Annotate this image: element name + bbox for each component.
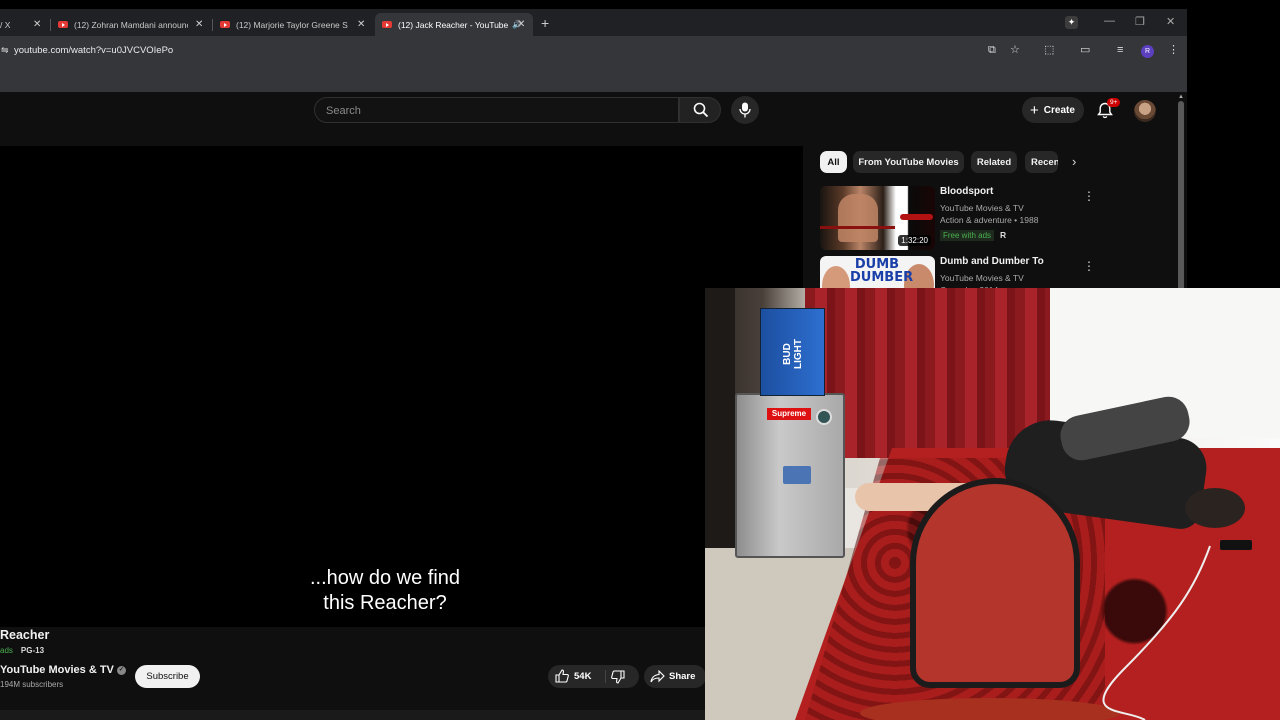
video-meta: Action & adventure • 1988 (940, 215, 1039, 225)
free-with-ads-badge: Free with ads (940, 230, 995, 241)
youtube-favicon-icon (382, 21, 392, 28)
search-input[interactable]: Search (314, 97, 679, 123)
search-placeholder: Search (326, 105, 361, 117)
phone (1220, 540, 1252, 550)
profile-avatar[interactable]: R (1141, 45, 1154, 58)
share-button[interactable]: Share (644, 665, 706, 688)
tab-title: / X (0, 19, 11, 30)
channel-name[interactable]: YouTube Movies & TV (940, 203, 1024, 213)
video-title[interactable]: Dumb and Dumber To (940, 256, 1044, 267)
video-title: Reacher (0, 628, 50, 642)
channel-name-text: YouTube Movies & TV (0, 664, 114, 676)
chips-next-arrow-icon[interactable]: › (1072, 154, 1076, 169)
microphone-icon (739, 102, 751, 118)
video-duration: 1:32:20 (898, 235, 931, 246)
related-video-bloodsport[interactable]: 1:32:20 Bloodsport YouTube Movies & TV A… (820, 186, 1100, 250)
video-thumbnail[interactable]: 1:32:20 (820, 186, 935, 250)
youtube-favicon-icon (220, 21, 230, 28)
tab-jack-reacher[interactable]: (12) Jack Reacher - YouTube 🔊 ✕ (375, 13, 533, 36)
thumbs-up-icon[interactable] (555, 669, 569, 683)
thumbnail-text: DUMB DUMBER (850, 257, 914, 285)
bookmarks-bar (0, 66, 1187, 92)
screen-top-band (0, 0, 1280, 9)
tab-title: (12) Marjorie Taylor Greene SH (236, 19, 348, 30)
extensions-icon[interactable]: ⬚ (1044, 44, 1054, 56)
media-control-icon[interactable]: ≡ (1117, 44, 1123, 56)
split-view-icon[interactable]: ▭ (1080, 44, 1090, 56)
tab-x[interactable]: / X ✕ (0, 13, 48, 36)
like-divider (605, 670, 606, 683)
thumbnail-ring-rope (820, 226, 895, 229)
video-badges: ads PG-13 (0, 646, 44, 655)
scroll-up-arrow-icon[interactable]: ▲ (1178, 94, 1184, 100)
bottom-strip (0, 710, 705, 720)
close-tab-icon[interactable]: ✕ (195, 19, 203, 30)
search-icon (693, 102, 709, 118)
subscribe-button[interactable]: Subscribe (135, 665, 200, 688)
chip-from-youtube-movies[interactable]: From YouTube Movies (853, 151, 964, 173)
tab-strip: / X ✕ (12) Zohran Mamdani announc ✕ (12)… (0, 9, 1187, 36)
video-caption: ...how do we find this Reacher? (230, 566, 540, 616)
tab-separator (50, 19, 51, 31)
more-options-icon[interactable]: ⋮ (1083, 259, 1095, 273)
video-title[interactable]: Bloodsport (940, 186, 993, 197)
video-player[interactable]: ...how do we find this Reacher? (0, 146, 803, 627)
share-arrow-icon (650, 670, 665, 683)
chip-all[interactable]: All (820, 151, 847, 173)
menu-dots-icon[interactable]: ⋮ (1168, 44, 1179, 56)
create-label: Create (1043, 104, 1075, 116)
gemini-icon[interactable]: ✦ (1065, 16, 1078, 29)
youtube-header: Search + Create 9+ (0, 92, 1187, 147)
close-tab-icon[interactable]: ✕ (517, 19, 525, 30)
minimize-icon[interactable]: — (1104, 15, 1115, 27)
like-dislike-bar: 54K (548, 665, 639, 688)
notification-badge: 9+ (1107, 98, 1121, 107)
address-toolbar: ⇋ youtube.com/watch?v=u0JVCVOIePo ⧉ ☆ ⬚ … (0, 36, 1187, 66)
tab-zohran[interactable]: (12) Zohran Mamdani announc ✕ (58, 13, 208, 36)
tab-title: (12) Zohran Mamdani announc (74, 19, 188, 30)
close-tab-icon[interactable]: ✕ (357, 19, 365, 30)
content-rating: PG-13 (20, 646, 45, 655)
close-window-icon[interactable]: ✕ (1166, 15, 1175, 28)
install-app-icon[interactable]: ⧉ (988, 44, 996, 56)
subscriber-count: 194M subscribers (0, 680, 64, 689)
youtube-favicon-icon (58, 21, 68, 28)
voice-search-button[interactable] (731, 96, 759, 124)
tab-marjorie[interactable]: (12) Marjorie Taylor Greene SH ✕ (220, 13, 370, 36)
channel-name[interactable]: YouTube Movies & TV (940, 273, 1024, 283)
chip-related[interactable]: Related (971, 151, 1017, 173)
thumbnail-figure (838, 194, 878, 242)
webcam-overlay: Supreme BUD LIGHT (705, 288, 1280, 720)
thumbs-down-icon[interactable] (611, 670, 625, 684)
verified-check-icon: ✓ (116, 665, 126, 675)
page-scrollbar[interactable] (1178, 101, 1184, 297)
chip-recent[interactable]: Recen (1025, 151, 1058, 173)
account-avatar[interactable] (1134, 100, 1156, 122)
bookmark-star-icon[interactable]: ☆ (1010, 44, 1020, 56)
caption-line: this Reacher? (323, 592, 447, 614)
search-button[interactable] (679, 97, 721, 123)
tab-separator (212, 19, 213, 31)
site-info-icon[interactable]: ⇋ (1, 44, 9, 56)
plus-icon: + (1030, 101, 1039, 119)
like-count[interactable]: 54K (574, 671, 591, 682)
charging-cable (1102, 545, 1211, 720)
channel-name[interactable]: YouTube Movies & TV ✓ (0, 664, 126, 676)
restore-icon[interactable]: ❐ (1135, 15, 1145, 28)
content-rating: R (1000, 230, 1007, 240)
free-tag: ads (0, 646, 13, 655)
caption-line: ...how do we find (309, 567, 461, 589)
close-tab-icon[interactable]: ✕ (33, 19, 41, 30)
thumbnail-logo (900, 214, 933, 220)
share-label: Share (669, 671, 696, 682)
more-options-icon[interactable]: ⋮ (1083, 189, 1095, 203)
address-bar[interactable]: youtube.com/watch?v=u0JVCVOIePo (14, 45, 173, 56)
create-button[interactable]: + Create (1022, 97, 1084, 123)
tab-title: (12) Jack Reacher - YouTube (398, 19, 509, 30)
new-tab-icon[interactable]: + (541, 15, 549, 31)
